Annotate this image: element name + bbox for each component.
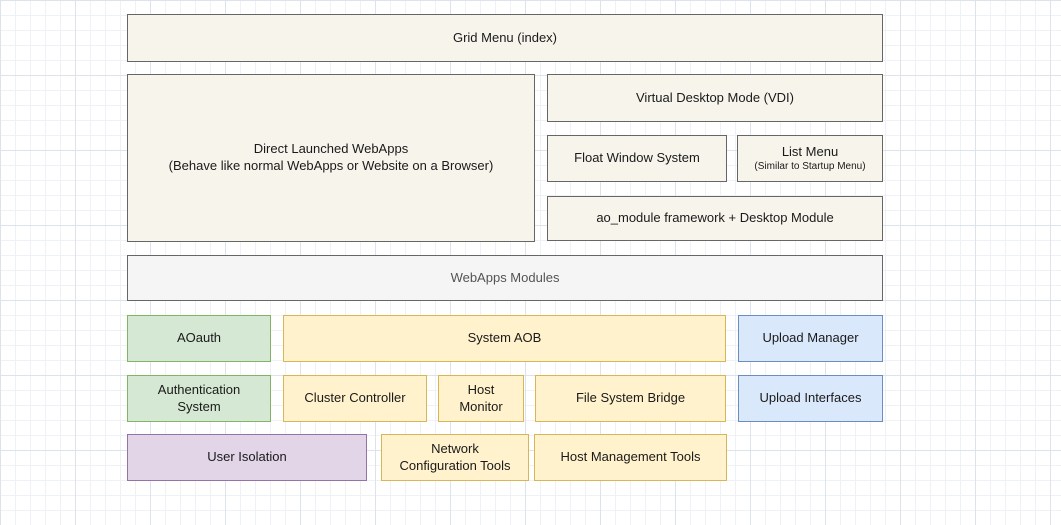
- box-list-menu: List Menu (Similar to Startup Menu): [737, 135, 883, 182]
- diagram-canvas: Grid Menu (index) Direct Launched WebApp…: [0, 0, 1061, 525]
- box-label: Authentication System: [152, 382, 246, 416]
- box-cluster-controller: Cluster Controller: [283, 375, 427, 422]
- box-label: Network Configuration Tools: [393, 441, 516, 475]
- box-label: Upload Interfaces: [754, 390, 868, 407]
- box-label: User Isolation: [201, 449, 292, 466]
- box-system-aob: System AOB: [283, 315, 726, 362]
- box-grid-menu: Grid Menu (index): [127, 14, 883, 62]
- box-label: Host Management Tools: [555, 449, 707, 466]
- box-aoauth: AOauth: [127, 315, 271, 362]
- box-upload-manager: Upload Manager: [738, 315, 883, 362]
- box-sublabel: (Similar to Startup Menu): [750, 160, 869, 173]
- box-label: System AOB: [462, 330, 548, 347]
- box-label: Host Monitor: [453, 382, 508, 416]
- box-label: WebApps Modules: [445, 270, 566, 287]
- box-user-isolation: User Isolation: [127, 434, 367, 481]
- box-label: Grid Menu (index): [447, 30, 563, 47]
- box-label: ao_module framework + Desktop Module: [590, 210, 839, 227]
- box-upload-interfaces: Upload Interfaces: [738, 375, 883, 422]
- box-label: Upload Manager: [756, 330, 864, 347]
- box-file-system-bridge: File System Bridge: [535, 375, 726, 422]
- box-host-monitor: Host Monitor: [438, 375, 524, 422]
- box-label: Cluster Controller: [298, 390, 411, 407]
- box-label: File System Bridge: [570, 390, 691, 407]
- box-float-window-system: Float Window System: [547, 135, 727, 182]
- box-label: Virtual Desktop Mode (VDI): [630, 90, 800, 107]
- box-virtual-desktop-mode: Virtual Desktop Mode (VDI): [547, 74, 883, 122]
- box-webapps-modules: WebApps Modules: [127, 255, 883, 301]
- box-network-configuration-tools: Network Configuration Tools: [381, 434, 529, 481]
- box-ao-module-framework: ao_module framework + Desktop Module: [547, 196, 883, 241]
- box-label: List Menu: [776, 144, 844, 161]
- box-label: Direct Launched WebApps (Behave like nor…: [163, 141, 500, 175]
- box-label: Float Window System: [568, 150, 706, 167]
- box-host-management-tools: Host Management Tools: [534, 434, 727, 481]
- box-direct-launched-webapps: Direct Launched WebApps (Behave like nor…: [127, 74, 535, 242]
- box-label: AOauth: [171, 330, 227, 347]
- box-authentication-system: Authentication System: [127, 375, 271, 422]
